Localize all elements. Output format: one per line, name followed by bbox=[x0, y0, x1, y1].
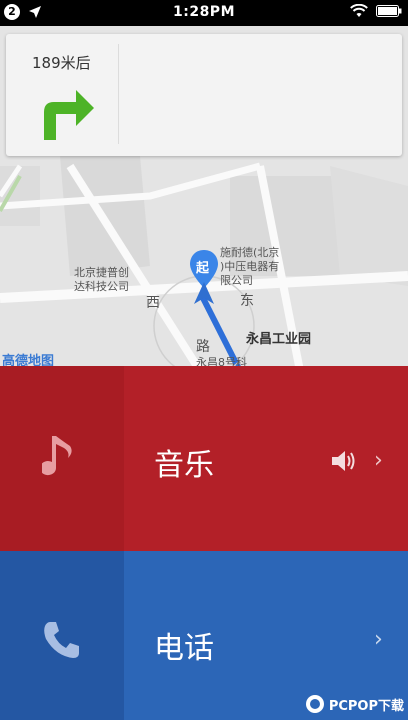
speaker-icon[interactable] bbox=[330, 449, 358, 473]
turn-distance: 189米后 bbox=[32, 54, 91, 72]
turn-instruction-card[interactable]: 189米后 bbox=[6, 34, 402, 156]
status-right bbox=[350, 4, 402, 18]
watermark-text: PCPOP下载 bbox=[328, 698, 404, 714]
phone-chevron-right-icon: › bbox=[374, 627, 383, 652]
music-chevron-right-icon: › bbox=[374, 448, 383, 473]
map-poi-industrial-park: 永昌工业园 bbox=[246, 332, 312, 347]
card-divider bbox=[118, 44, 119, 144]
turn-right-icon bbox=[44, 90, 94, 140]
map-road-label-south: 路 bbox=[196, 339, 210, 355]
phone-icon-cell bbox=[0, 551, 124, 720]
phone-handset-icon bbox=[44, 622, 79, 658]
battery-icon bbox=[376, 5, 402, 17]
start-location-pin[interactable]: 起 bbox=[186, 248, 222, 308]
music-note-icon bbox=[42, 436, 72, 476]
phone-panel[interactable]: 电话 › PCPOP下载 bbox=[0, 551, 408, 720]
start-marker-label: 起 bbox=[196, 261, 210, 276]
music-icon-cell bbox=[0, 366, 124, 551]
pcpop-logo-icon bbox=[305, 695, 324, 713]
map-poi-label-east: 施耐德(北京 )中压电器有 限公司 bbox=[220, 246, 280, 287]
music-panel[interactable]: 音乐 › bbox=[0, 366, 408, 551]
status-time: 1:28PM bbox=[172, 4, 235, 20]
phone-title: 电话 bbox=[154, 631, 214, 666]
map-road-label-east: 东 bbox=[240, 293, 254, 309]
map-poi-label-west: 北京捷普创 达科技公司 bbox=[74, 266, 129, 293]
status-bar: 2 1:28PM bbox=[0, 0, 408, 26]
watermark: PCPOP下载 bbox=[305, 694, 404, 714]
map-road-label-west: 西 bbox=[146, 295, 160, 311]
music-title: 音乐 bbox=[154, 448, 214, 483]
wifi-icon bbox=[350, 4, 368, 17]
